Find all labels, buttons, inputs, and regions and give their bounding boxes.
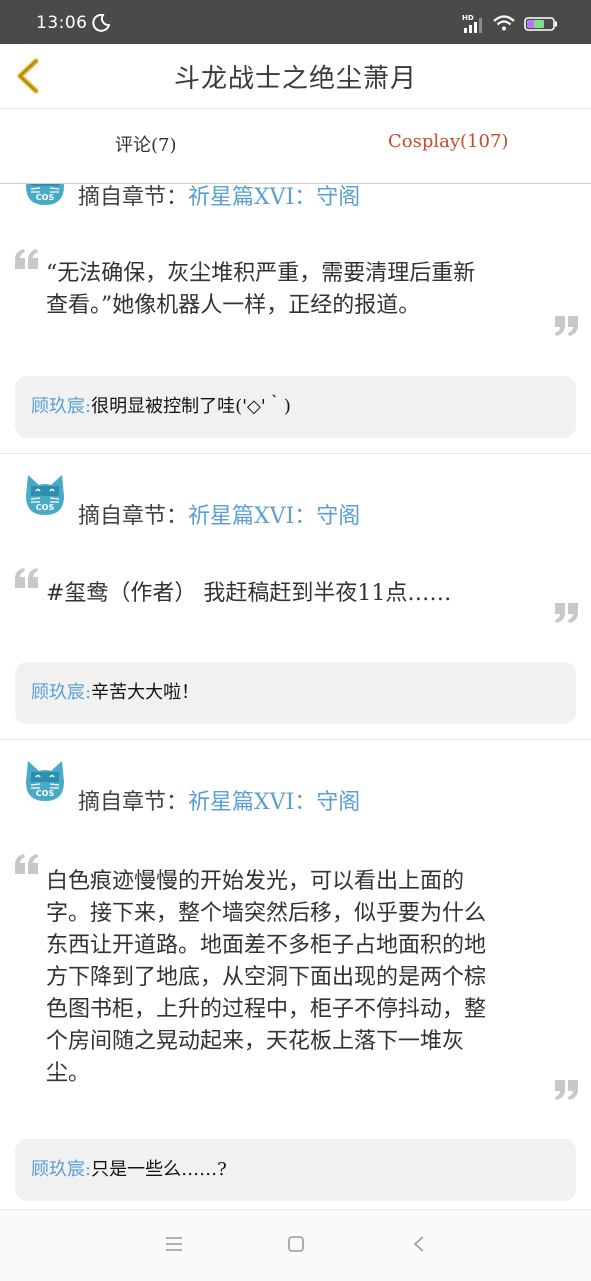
chapter-link[interactable]: 祈星篇XVI：守阁 <box>188 185 360 210</box>
chapter-link[interactable]: 祈星篇XVI：守阁 <box>188 504 360 529</box>
app-header: 斗龙战士之绝尘萧月 <box>0 44 591 109</box>
comment-card: 摘自章节：祈星篇XVI：守阁 “无法确保，灰尘堆积严重，需要清理后重新 查看。”… <box>0 184 591 454</box>
reply-text: 只是一些么……? <box>91 1159 227 1180</box>
reply-author[interactable]: 顾玖宸: <box>31 682 91 703</box>
page-title: 斗龙战士之绝尘萧月 <box>173 64 417 94</box>
avatar[interactable] <box>22 472 68 518</box>
system-nav-bar <box>0 1209 591 1281</box>
reply-text: 辛苦大大啦！ <box>91 682 200 703</box>
quote-open-icon <box>14 568 40 588</box>
quote-line: 查看。”她像机器人一样，正经的报道。 <box>46 293 421 318</box>
avatar[interactable] <box>22 184 68 208</box>
quote-text: “无法确保，灰尘堆积严重，需要清理后重新 查看。”她像机器人一样，正经的报道。 <box>46 258 532 322</box>
quote-close-icon <box>553 603 579 623</box>
status-bar: 13:06 HD <box>0 0 591 44</box>
reply-author[interactable]: 顾玖宸: <box>31 1159 91 1180</box>
quote-close-icon <box>553 316 579 336</box>
quote-line: 方下降到了地底，从空洞下面出现的是两个棕 <box>46 965 487 990</box>
network-label: HD <box>462 14 474 22</box>
quote-text: #玺鸯（作者） 我赶稿赶到半夜11点…… <box>46 578 532 610</box>
quote-open-icon <box>14 854 40 874</box>
quote-text: 白色痕迹慢慢的开始发光，可以看出上面的 字。接下来，整个墙突然后移，似乎要为什么… <box>46 866 532 1090</box>
reply-bubble[interactable]: 顾玖宸:只是一些么……? <box>15 1139 576 1201</box>
battery-icon <box>524 17 557 31</box>
chapter-link[interactable]: 祈星篇XVI：守阁 <box>188 790 360 815</box>
comment-card: 摘自章节：祈星篇XVI：守阁 #玺鸯（作者） 我赶稿赶到半夜11点…… 顾玖宸:… <box>0 453 591 740</box>
quote-line: 色图书柜，上升的过程中，柜子不停抖动，整 <box>46 997 487 1022</box>
comment-feed[interactable]: 摘自章节：祈星篇XVI：守阁 “无法确保，灰尘堆积严重，需要清理后重新 查看。”… <box>0 184 591 1209</box>
quote-open-icon <box>14 249 40 269</box>
chapter-prefix: 摘自章节： <box>78 185 189 210</box>
quote-line: 个房间随之晃动起来，天花板上落下一堆灰 <box>46 1029 465 1054</box>
quote-line: #玺鸯（作者） 我赶稿赶到半夜11点…… <box>46 581 452 606</box>
quote-line: 尘。 <box>46 1061 91 1086</box>
status-time: 13:06 <box>36 13 88 33</box>
chapter-source: 摘自章节：祈星篇XVI：守阁 <box>78 784 360 816</box>
quote-line: 白色痕迹慢慢的开始发光，可以看出上面的 <box>46 869 465 894</box>
chapter-prefix: 摘自章节： <box>78 504 189 529</box>
reply-author[interactable]: 顾玖宸: <box>31 396 91 417</box>
quote-line: 字。接下来，整个墙突然后移，似乎要为什么 <box>46 901 487 926</box>
home-icon[interactable] <box>287 1236 305 1252</box>
quote-line: 东西让开道路。地面差不多柜子占地面积的地 <box>46 933 487 958</box>
quote-line: “无法确保，灰尘堆积严重，需要清理后重新 <box>46 261 476 286</box>
avatar[interactable] <box>22 758 68 804</box>
tab-cosplay[interactable]: Cosplay(107) <box>388 131 508 152</box>
chapter-source: 摘自章节：祈星篇XVI：守阁 <box>78 498 360 530</box>
moon-icon <box>92 14 110 32</box>
chapter-prefix: 摘自章节： <box>78 790 189 815</box>
back-icon[interactable] <box>412 1236 426 1252</box>
signal-icon: HD <box>462 14 482 33</box>
reply-bubble[interactable]: 顾玖宸:辛苦大大啦！ <box>15 662 576 724</box>
menu-icon[interactable] <box>165 1236 183 1252</box>
reply-text: 很明显被控制了哇('◇'｀) <box>91 396 291 417</box>
quote-close-icon <box>553 1080 579 1100</box>
tab-bar: 评论(7) Cosplay(107) <box>0 109 591 184</box>
wifi-icon <box>493 15 515 31</box>
tab-comments[interactable]: 评论(7) <box>115 131 177 157</box>
reply-bubble[interactable]: 顾玖宸:很明显被控制了哇('◇'｀) <box>15 376 576 438</box>
chapter-source: 摘自章节：祈星篇XVI：守阁 <box>78 184 360 211</box>
comment-card: 摘自章节：祈星篇XVI：守阁 白色痕迹慢慢的开始发光，可以看出上面的 字。接下来… <box>0 739 591 1209</box>
